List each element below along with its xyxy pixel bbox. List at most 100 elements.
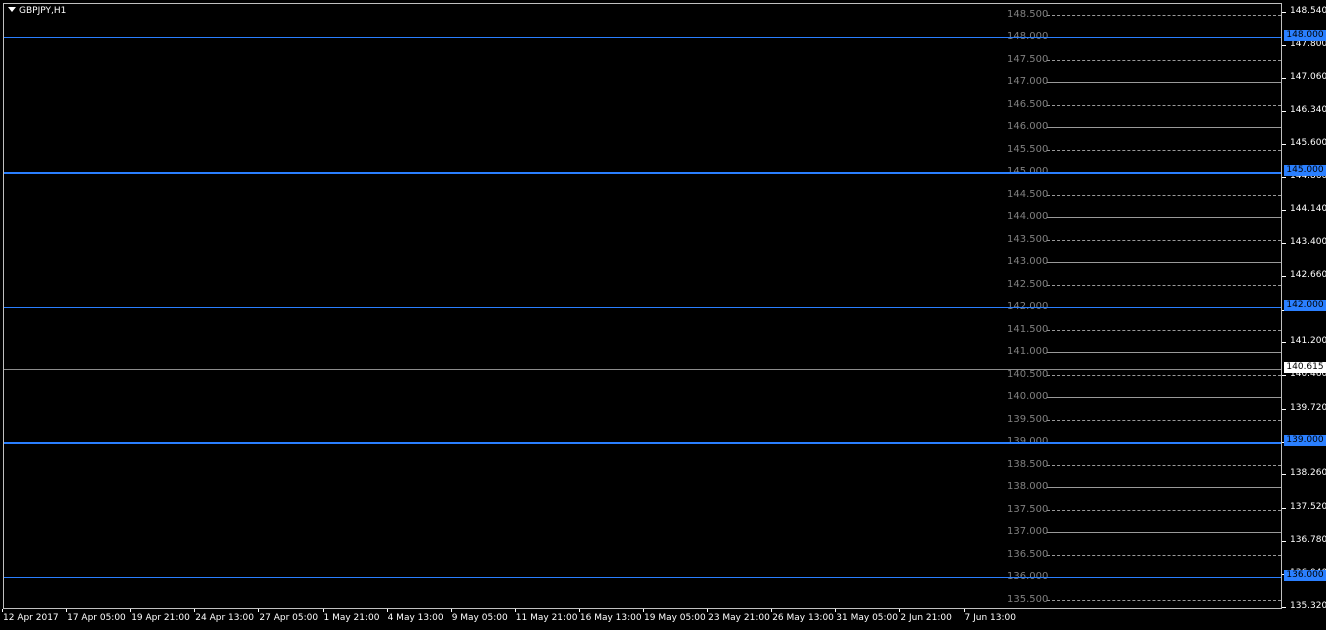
time-tick-mark <box>66 609 68 612</box>
time-tick-mark <box>386 609 388 612</box>
time-tick-label: 31 May 05:00 <box>836 613 899 623</box>
level-label: 146.000 <box>1007 121 1049 132</box>
time-tick-label: 1 May 21:00 <box>323 613 380 623</box>
level-line[interactable] <box>1047 554 1281 556</box>
price-tick-mark <box>1282 110 1286 112</box>
time-tick-mark <box>835 609 837 612</box>
level-label: 144.500 <box>1007 188 1049 200</box>
time-tick-mark <box>771 609 773 612</box>
time-tick-label: 9 May 05:00 <box>451 613 508 623</box>
price-tick-label: 137.520 <box>1290 501 1326 512</box>
time-tick-label: 17 Apr 05:00 <box>67 613 126 623</box>
price-tick-mark <box>1282 474 1286 476</box>
level-line[interactable] <box>1047 352 1281 353</box>
horizontal-line[interactable] <box>4 307 1281 308</box>
time-tick-label: 11 May 21:00 <box>515 613 578 623</box>
time-tick-label: 19 Apr 21:00 <box>131 613 190 623</box>
level-line[interactable] <box>1047 59 1281 61</box>
level-line[interactable] <box>1047 419 1281 421</box>
time-axis[interactable]: 12 Apr 2017 17 Apr 05:00 19 Apr 21:00 24 Ap… <box>0 609 1282 630</box>
level-line[interactable] <box>1047 217 1281 218</box>
level-line[interactable] <box>1047 82 1281 83</box>
line-price-tag: 145.000 <box>1284 165 1326 176</box>
level-line[interactable] <box>1047 149 1281 151</box>
time-tick-label: 27 Apr 05:00 <box>259 613 319 623</box>
time-tick-label: 23 May 21:00 <box>708 613 770 623</box>
time-tick-mark <box>2 609 3 612</box>
chart-menu-triangle-icon[interactable] <box>8 7 16 12</box>
price-tick-mark <box>1282 243 1286 244</box>
line-price-tag: 148.000 <box>1284 30 1326 41</box>
level-line[interactable] <box>1047 104 1281 106</box>
level-label: 147.000 <box>1007 76 1049 87</box>
level-line[interactable] <box>1047 599 1281 601</box>
current-price-line[interactable] <box>4 369 1281 371</box>
line-price-tag: 136.000 <box>1284 570 1326 581</box>
level-line[interactable] <box>1047 194 1281 196</box>
level-line[interactable] <box>1047 487 1281 488</box>
level-line[interactable] <box>1047 509 1281 511</box>
price-tick-mark <box>1282 606 1286 608</box>
price-tick-mark <box>1282 507 1286 509</box>
price-axis[interactable]: 148.540 147.800 147.060 146.340 145.600 144.8… <box>1282 0 1326 612</box>
horizontal-line[interactable] <box>4 37 1281 38</box>
time-tick-mark <box>963 609 965 612</box>
price-tick-label: 145.600 <box>1290 138 1326 148</box>
chart-area[interactable]: GBPJPY,H1 148.500 148.000 147.500 147.000 14… <box>3 3 1282 609</box>
level-line[interactable] <box>1047 127 1281 128</box>
level-label: 141.000 <box>1007 346 1049 357</box>
level-label: 138.500 <box>1007 458 1049 470</box>
time-tick-label: 7 Jun 13:00 <box>964 613 1016 623</box>
level-label: 146.500 <box>1007 98 1049 110</box>
horizontal-line[interactable] <box>4 172 1281 174</box>
time-tick-label: 16 May 13:00 <box>579 613 642 623</box>
time-tick-mark <box>194 609 196 612</box>
price-tick-mark <box>1282 375 1286 377</box>
level-line[interactable] <box>1047 262 1281 263</box>
time-tick-mark <box>643 609 644 612</box>
price-tick-label: 148.540 <box>1290 5 1326 16</box>
horizontal-line[interactable] <box>4 577 1281 578</box>
time-tick-mark <box>899 609 901 612</box>
time-tick-mark <box>450 609 452 612</box>
level-label: 136.500 <box>1007 548 1049 560</box>
time-tick-mark <box>258 609 260 612</box>
level-label: 138.000 <box>1007 481 1049 492</box>
time-tick-label: 2 Jun 21:00 <box>900 613 952 623</box>
time-tick-label: 19 May 05:00 <box>644 613 706 623</box>
price-tick-mark <box>1282 408 1286 410</box>
price-tick-mark <box>1282 11 1286 13</box>
level-line[interactable] <box>1047 397 1281 398</box>
level-line[interactable] <box>1047 239 1281 241</box>
level-label: 137.500 <box>1007 503 1049 515</box>
horizontal-line[interactable] <box>4 442 1281 444</box>
level-line[interactable] <box>1047 329 1281 331</box>
level-line[interactable] <box>1047 464 1281 466</box>
level-label: 143.500 <box>1007 233 1049 245</box>
time-tick-label: 4 May 13:00 <box>387 613 444 623</box>
level-line[interactable] <box>1047 532 1281 533</box>
time-tick-mark <box>578 609 580 612</box>
price-tick-label: 146.340 <box>1290 104 1326 115</box>
level-label: 147.500 <box>1007 53 1049 65</box>
level-line[interactable] <box>1047 14 1281 16</box>
level-label: 137.000 <box>1007 526 1049 537</box>
chart-title[interactable]: GBPJPY,H1 <box>8 6 66 16</box>
level-label: 135.500 <box>1007 593 1049 605</box>
level-label: 142.500 <box>1007 278 1049 290</box>
symbol-timeframe-label: GBPJPY,H1 <box>19 6 67 16</box>
time-tick-mark <box>707 609 709 612</box>
level-line[interactable] <box>1047 284 1281 286</box>
level-label: 145.500 <box>1007 143 1049 155</box>
time-tick-label: 26 May 13:00 <box>772 613 834 623</box>
current-price-tag: 140.615 <box>1284 362 1326 374</box>
price-tick-label: 139.720 <box>1290 402 1326 413</box>
level-line[interactable] <box>1047 374 1281 376</box>
price-tick-label: 141.200 <box>1290 336 1326 346</box>
price-tick-label: 136.780 <box>1290 534 1326 545</box>
price-tick-mark <box>1282 78 1286 80</box>
line-price-tag: 139.000 <box>1284 435 1326 446</box>
price-tick-mark <box>1282 45 1286 46</box>
level-label: 141.500 <box>1007 323 1049 335</box>
time-tick-label: 24 Apr 13:00 <box>195 613 254 623</box>
